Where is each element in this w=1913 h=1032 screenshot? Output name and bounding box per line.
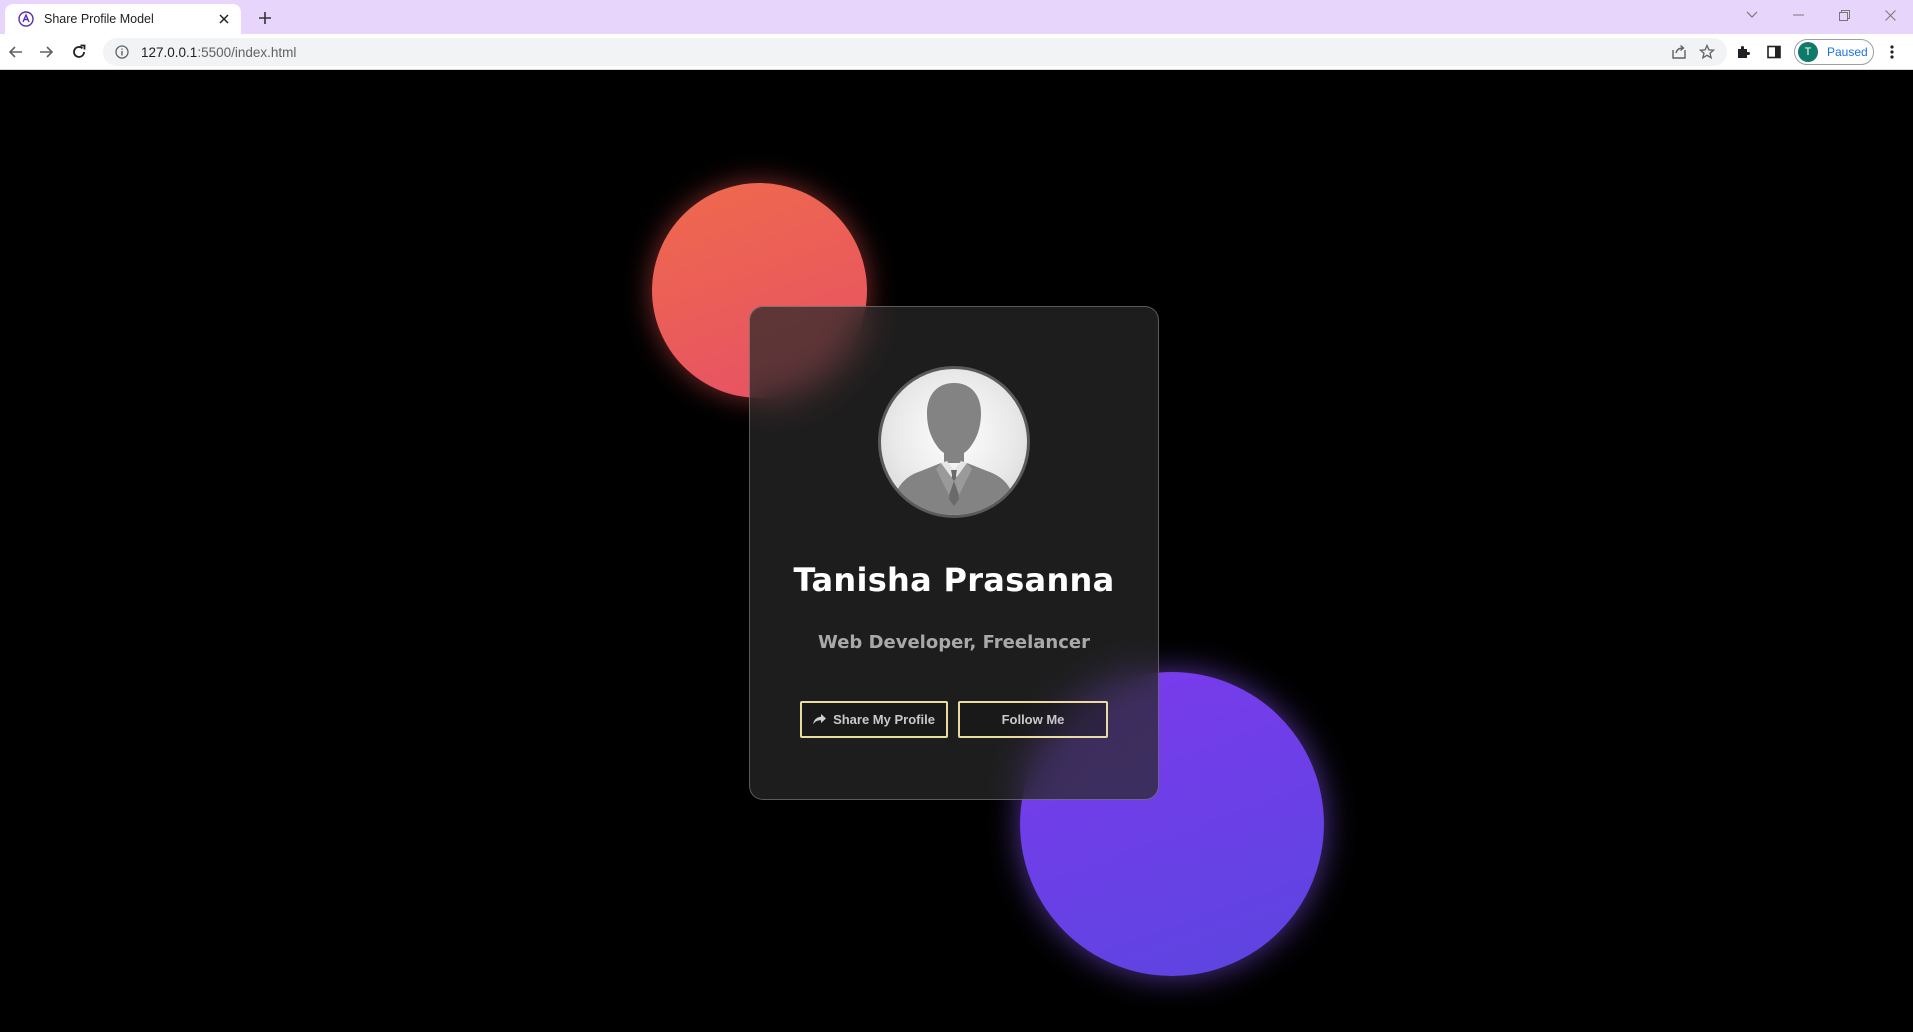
browser-toolbar: 127.0.0.1:5500/index.html T Paused (0, 34, 1913, 70)
profile-card: Tanisha Prasanna Web Developer, Freelanc… (749, 306, 1159, 800)
close-icon[interactable] (215, 10, 233, 28)
profile-name: Tanisha Prasanna (793, 561, 1115, 599)
profile-avatar (878, 366, 1030, 518)
follow-button-label: Follow Me (1001, 712, 1065, 727)
window-controls (1729, 0, 1913, 30)
page-viewport: Tanisha Prasanna Web Developer, Freelanc… (0, 71, 1913, 1032)
minimize-icon[interactable] (1775, 0, 1821, 30)
puzzle-icon[interactable] (1731, 40, 1755, 64)
share-profile-button[interactable]: Share My Profile (800, 701, 948, 738)
address-bar[interactable]: 127.0.0.1:5500/index.html (103, 38, 1727, 66)
profile-role: Web Developer, Freelancer (818, 632, 1090, 653)
tab-strip: Share Profile Model (0, 0, 1913, 34)
side-panel-icon[interactable] (1762, 40, 1786, 64)
kebab-menu-icon[interactable] (1880, 40, 1904, 64)
restore-icon[interactable] (1821, 0, 1867, 30)
person-silhouette-icon (891, 383, 1017, 515)
back-arrow-icon[interactable] (4, 40, 28, 64)
sync-status-label: Paused (1827, 45, 1868, 59)
tab-title: Share Profile Model (44, 12, 154, 26)
chevron-down-icon[interactable] (1729, 0, 1775, 30)
share-button-label: Share My Profile (833, 712, 935, 727)
close-window-icon[interactable] (1867, 0, 1913, 30)
share-arrow-icon (813, 714, 827, 725)
follow-button[interactable]: Follow Me (958, 701, 1108, 738)
url-host: 127.0.0.1 (141, 44, 198, 60)
url-path: :5500/index.html (197, 44, 297, 60)
profile-chip[interactable]: T Paused (1794, 39, 1874, 65)
star-icon[interactable] (1693, 38, 1721, 66)
url-text[interactable]: 127.0.0.1:5500/index.html (141, 45, 1665, 60)
forward-arrow-icon[interactable] (34, 40, 58, 64)
info-icon[interactable] (113, 43, 131, 61)
avatar: T (1798, 42, 1818, 62)
tab-favicon-icon (17, 10, 35, 28)
plus-icon[interactable] (253, 6, 277, 30)
browser-tab[interactable]: Share Profile Model (5, 4, 241, 34)
share-page-icon[interactable] (1665, 38, 1693, 66)
reload-icon[interactable] (67, 40, 91, 64)
